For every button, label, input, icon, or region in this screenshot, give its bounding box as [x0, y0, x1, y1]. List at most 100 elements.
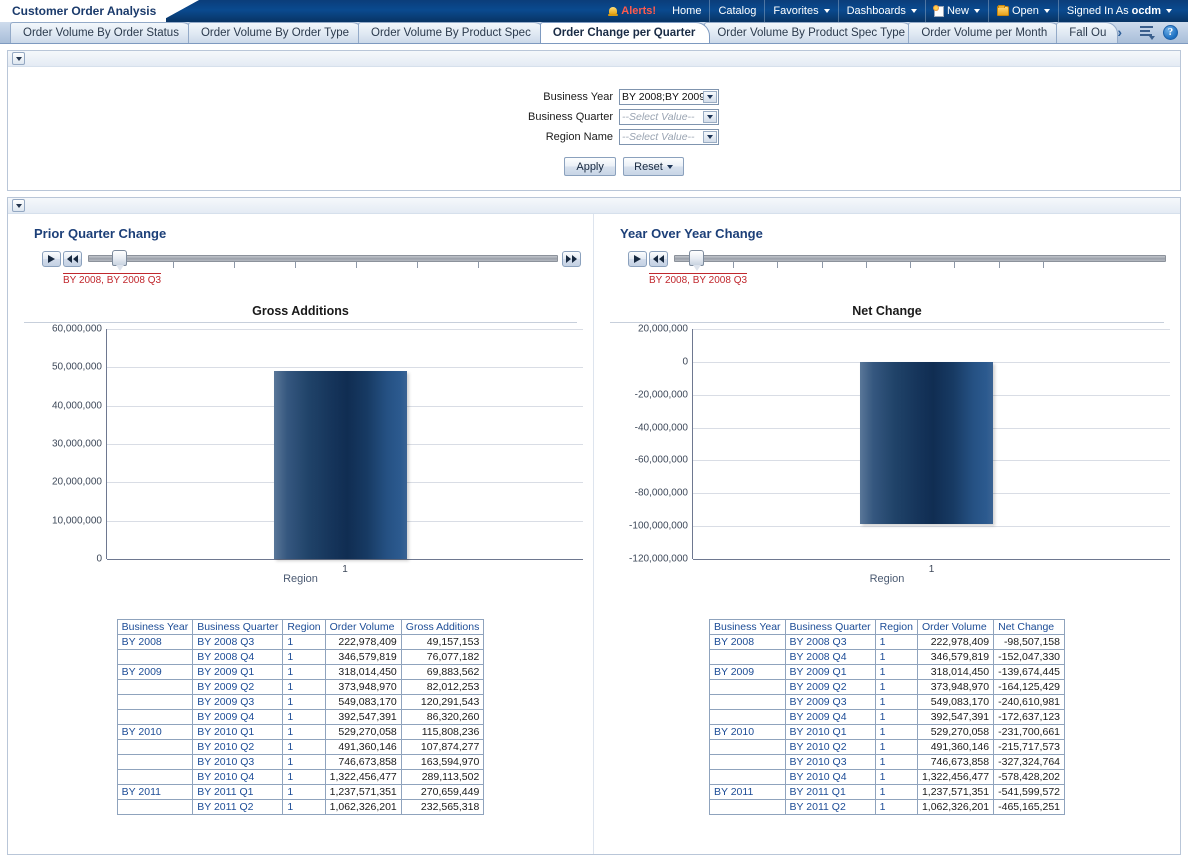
- bar-region-1[interactable]: [274, 371, 407, 559]
- tab-order-change-per-quarter[interactable]: Order Change per Quarter: [540, 22, 711, 43]
- table-row[interactable]: BY 2010BY 2010 Q11529,270,058-231,700,66…: [709, 725, 1064, 740]
- cell-business-quarter: BY 2011 Q2: [193, 800, 283, 815]
- help-icon[interactable]: ?: [1163, 25, 1178, 40]
- table-row[interactable]: BY 2011BY 2011 Q111,237,571,351270,659,4…: [117, 785, 484, 800]
- slider-thumb[interactable]: [112, 250, 127, 266]
- slider-tick: [822, 262, 823, 268]
- column-header[interactable]: Order Volume: [325, 620, 401, 635]
- chevron-down-icon[interactable]: [703, 91, 717, 103]
- table-row[interactable]: BY 2010 Q411,322,456,477-578,428,202: [709, 770, 1064, 785]
- gross-additions-table-wrap: Business YearBusiness QuarterRegionOrder…: [18, 619, 583, 815]
- table-row[interactable]: BY 2010 Q21491,360,146-215,717,573: [709, 740, 1064, 755]
- tab-fall-out[interactable]: Fall Ou: [1056, 22, 1118, 43]
- tab-order-volume-by-product-spec-type[interactable]: Order Volume By Product Spec Type: [704, 22, 914, 43]
- table-row[interactable]: BY 2011BY 2011 Q111,237,571,351-541,599,…: [709, 785, 1064, 800]
- apply-button[interactable]: Apply: [564, 157, 616, 176]
- cell-order-volume: 746,673,858: [325, 755, 401, 770]
- table-row[interactable]: BY 2009 Q41392,547,391-172,637,123: [709, 710, 1064, 725]
- rewind-button[interactable]: [649, 251, 668, 267]
- cell-metric: -240,610,981: [994, 695, 1065, 710]
- y-tick-label: -20,000,000: [635, 389, 688, 400]
- table-row[interactable]: BY 2010 Q21491,360,146107,874,277: [117, 740, 484, 755]
- business-year-select[interactable]: BY 2008;BY 2009;: [619, 89, 719, 105]
- table-row[interactable]: BY 2008BY 2008 Q31222,978,409-98,507,158: [709, 635, 1064, 650]
- nav-favorites[interactable]: Favorites: [764, 0, 837, 22]
- column-header[interactable]: Gross Additions: [401, 620, 484, 635]
- slider-tick: [866, 262, 867, 268]
- column-header[interactable]: Business Year: [117, 620, 193, 635]
- chevron-down-icon[interactable]: [703, 131, 717, 143]
- nav-dashboards[interactable]: Dashboards: [838, 0, 925, 22]
- region-name-select[interactable]: --Select Value--: [619, 129, 719, 145]
- nav-signed-in-as[interactable]: Signed In As ocdm: [1058, 0, 1180, 22]
- table-row[interactable]: BY 2010BY 2010 Q11529,270,058115,808,236: [117, 725, 484, 740]
- cell-metric: 107,874,277: [401, 740, 484, 755]
- column-header[interactable]: Order Volume: [917, 620, 993, 635]
- y-tick-label: 50,000,000: [52, 362, 102, 373]
- play-button[interactable]: [42, 251, 61, 267]
- analysis-body: Prior Quarter Change: [8, 214, 1180, 854]
- table-row[interactable]: BY 2011 Q211,062,326,201232,565,318: [117, 800, 484, 815]
- business-quarter-select[interactable]: --Select Value--: [619, 109, 719, 125]
- table-row[interactable]: BY 2009BY 2009 Q11318,014,450-139,674,44…: [709, 665, 1064, 680]
- table-row[interactable]: BY 2009BY 2009 Q11318,014,45069,883,562: [117, 665, 484, 680]
- tab-order-volume-per-month[interactable]: Order Volume per Month: [908, 22, 1062, 43]
- slider-track-area[interactable]: [674, 249, 1166, 269]
- nav-alerts[interactable]: Alerts!: [600, 0, 664, 22]
- column-header[interactable]: Net Change: [994, 620, 1065, 635]
- table-row[interactable]: BY 2008 Q41346,579,81976,077,182: [117, 650, 484, 665]
- chevron-down-icon[interactable]: [703, 111, 717, 123]
- slider-thumb[interactable]: [689, 250, 704, 266]
- table-row[interactable]: BY 2010 Q411,322,456,477289,113,502: [117, 770, 484, 785]
- cell-metric: -578,428,202: [994, 770, 1065, 785]
- slider-track-area[interactable]: [88, 249, 558, 269]
- cell-business-year: [709, 800, 785, 815]
- nav-open[interactable]: Open: [988, 0, 1058, 22]
- table-row[interactable]: BY 2009 Q21373,948,97082,012,253: [117, 680, 484, 695]
- table-row[interactable]: BY 2009 Q31549,083,170120,291,543: [117, 695, 484, 710]
- nav-home[interactable]: Home: [664, 0, 709, 22]
- reset-button[interactable]: Reset: [623, 157, 684, 176]
- table-row[interactable]: BY 2009 Q41392,547,39186,320,260: [117, 710, 484, 725]
- tab-order-volume-by-product-spec[interactable]: Order Volume By Product Spec: [358, 22, 546, 43]
- table-row[interactable]: BY 2009 Q21373,948,970-164,125,429: [709, 680, 1064, 695]
- column-header[interactable]: Business Quarter: [193, 620, 283, 635]
- tab-order-volume-by-order-status[interactable]: Order Volume By Order Status: [10, 22, 194, 43]
- table-row[interactable]: BY 2009 Q31549,083,170-240,610,981: [709, 695, 1064, 710]
- prior-quarter-change-title: Prior Quarter Change: [34, 226, 583, 241]
- column-header[interactable]: Region: [283, 620, 325, 635]
- cell-business-quarter: BY 2010 Q2: [785, 740, 875, 755]
- cell-business-year: [117, 755, 193, 770]
- table-row[interactable]: BY 2010 Q31746,673,858-327,324,764: [709, 755, 1064, 770]
- nav-new[interactable]: New: [925, 0, 988, 22]
- app-title-tab[interactable]: Customer Order Analysis: [0, 0, 166, 22]
- column-header[interactable]: Business Year: [709, 620, 785, 635]
- net-change-plot: 1: [692, 329, 1170, 559]
- chart-divider: [24, 322, 577, 323]
- cell-business-quarter: BY 2010 Q1: [785, 725, 875, 740]
- play-button[interactable]: [628, 251, 647, 267]
- year-over-year-slider[interactable]: [628, 249, 1170, 269]
- table-row[interactable]: BY 2011 Q211,062,326,201-465,165,251: [709, 800, 1064, 815]
- analysis-section-collapse-button[interactable]: [12, 199, 25, 212]
- tab-order-volume-by-order-type[interactable]: Order Volume By Order Type: [188, 22, 364, 43]
- cell-business-quarter: BY 2009 Q3: [785, 695, 875, 710]
- table-row[interactable]: BY 2010 Q31746,673,858163,594,970: [117, 755, 484, 770]
- slider-track[interactable]: [674, 255, 1166, 262]
- slider-track[interactable]: [88, 255, 558, 262]
- forward-button[interactable]: [562, 251, 581, 267]
- bar-region-1[interactable]: [860, 362, 994, 524]
- cell-order-volume: 746,673,858: [917, 755, 993, 770]
- column-header[interactable]: Business Quarter: [785, 620, 875, 635]
- prior-quarter-slider[interactable]: [42, 249, 583, 269]
- brand-slant-decoration: [165, 0, 205, 22]
- y-tick-label: 30,000,000: [52, 439, 102, 450]
- prompt-section-collapse-button[interactable]: [12, 52, 25, 65]
- rewind-button[interactable]: [63, 251, 82, 267]
- column-header[interactable]: Region: [875, 620, 917, 635]
- nav-catalog[interactable]: Catalog: [709, 0, 764, 22]
- cell-order-volume: 346,579,819: [917, 650, 993, 665]
- table-row[interactable]: BY 2008 Q41346,579,819-152,047,330: [709, 650, 1064, 665]
- table-row[interactable]: BY 2008BY 2008 Q31222,978,40949,157,153: [117, 635, 484, 650]
- page-options-icon[interactable]: [1140, 26, 1155, 39]
